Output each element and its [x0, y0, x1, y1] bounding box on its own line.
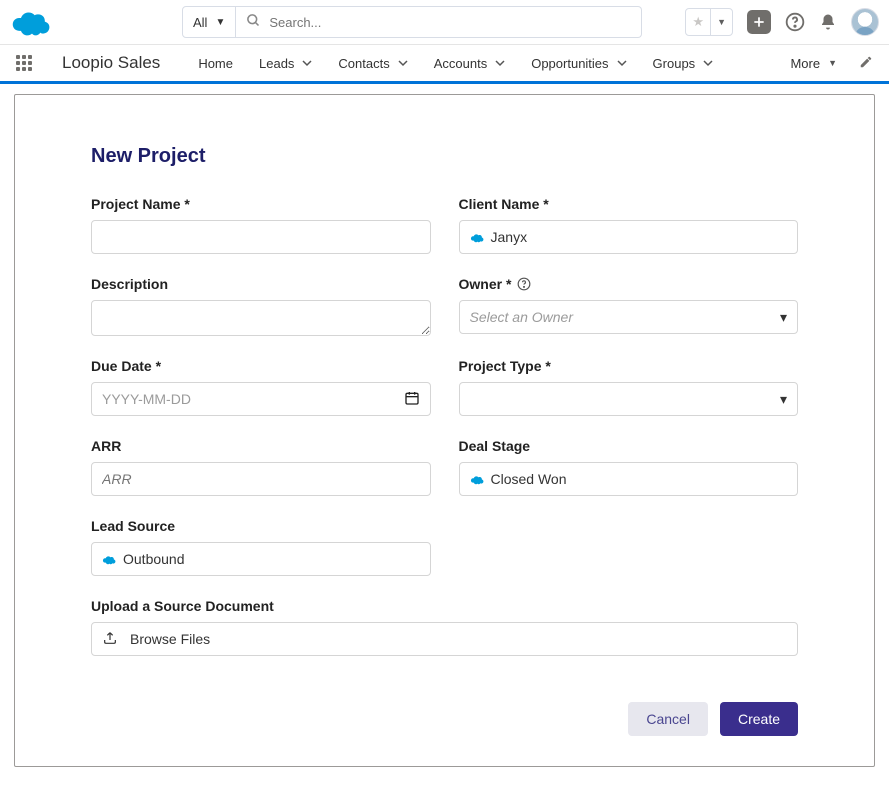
nav-items: Home Leads Contacts Accounts Opportuniti…	[198, 56, 713, 71]
help-circle-icon[interactable]	[517, 277, 531, 291]
caret-down-icon: ▾	[780, 391, 787, 408]
search-input[interactable]	[269, 15, 631, 30]
favorites-dropdown[interactable]: ★ ▼	[685, 8, 733, 36]
owner-placeholder: Select an Owner	[470, 309, 574, 325]
deal-stage-label: Deal Stage	[459, 438, 799, 454]
client-name-input[interactable]: Janyx	[459, 220, 799, 254]
nav-item-leads[interactable]: Leads	[259, 56, 312, 71]
salesforce-icon	[102, 554, 117, 565]
page-title: New Project	[91, 145, 798, 168]
chevron-down-icon	[398, 56, 408, 71]
global-create-button[interactable]	[747, 10, 771, 34]
cancel-button[interactable]: Cancel	[628, 702, 708, 736]
browse-files-label: Browse Files	[130, 631, 210, 647]
project-type-label: Project Type *	[459, 358, 799, 374]
nav-item-opportunities[interactable]: Opportunities	[531, 56, 626, 71]
nav-item-groups[interactable]: Groups	[653, 56, 714, 71]
help-icon[interactable]	[785, 12, 805, 32]
chevron-down-icon	[703, 56, 713, 71]
due-date-placeholder: YYYY-MM-DD	[102, 391, 191, 407]
chevron-down-icon	[302, 56, 312, 71]
chevron-down-icon	[617, 56, 627, 71]
search-scope-label: All	[193, 15, 207, 30]
notifications-icon[interactable]	[819, 13, 837, 31]
calendar-icon	[404, 390, 420, 409]
avatar[interactable]	[851, 8, 879, 36]
deal-stage-input[interactable]: Closed Won	[459, 462, 799, 496]
project-name-input[interactable]	[91, 220, 431, 254]
arr-field[interactable]	[102, 471, 420, 487]
app-launcher-icon[interactable]	[16, 55, 32, 71]
project-name-field[interactable]	[102, 229, 420, 245]
project-name-label: Project Name *	[91, 196, 431, 212]
new-project-card: New Project Project Name * Client Name *…	[14, 94, 875, 767]
caret-down-icon: ▼	[711, 17, 732, 27]
global-search[interactable]	[236, 6, 642, 38]
description-input[interactable]	[91, 300, 431, 336]
browse-files-button[interactable]: Browse Files	[91, 622, 798, 656]
caret-down-icon: ▼	[828, 58, 837, 68]
star-icon: ★	[686, 14, 710, 30]
arr-label: ARR	[91, 438, 431, 454]
edit-nav-icon[interactable]	[859, 55, 873, 72]
due-date-label: Due Date *	[91, 358, 431, 374]
caret-down-icon: ▼	[215, 17, 225, 28]
client-name-label: Client Name *	[459, 196, 799, 212]
chevron-down-icon	[495, 56, 505, 71]
nav-item-contacts[interactable]: Contacts	[338, 56, 407, 71]
lead-source-input[interactable]: Outbound	[91, 542, 431, 576]
nav-item-home[interactable]: Home	[198, 56, 233, 71]
owner-select[interactable]: Select an Owner ▾	[459, 300, 799, 334]
nav-item-accounts[interactable]: Accounts	[434, 56, 505, 71]
salesforce-logo	[10, 7, 54, 37]
search-scope-dropdown[interactable]: All ▼	[182, 6, 236, 38]
salesforce-icon	[470, 232, 485, 243]
salesforce-icon	[470, 474, 485, 485]
arr-input[interactable]	[91, 462, 431, 496]
owner-label: Owner *	[459, 276, 512, 292]
lead-source-value: Outbound	[123, 551, 185, 567]
search-icon	[246, 13, 261, 31]
description-label: Description	[91, 276, 431, 292]
deal-stage-value: Closed Won	[491, 471, 567, 487]
create-button[interactable]: Create	[720, 702, 798, 736]
project-type-select[interactable]: ▾	[459, 382, 799, 416]
caret-down-icon: ▾	[780, 309, 787, 326]
due-date-input[interactable]: YYYY-MM-DD	[91, 382, 431, 416]
client-name-value: Janyx	[491, 229, 528, 245]
nav-more-dropdown[interactable]: More ▼	[790, 56, 837, 71]
lead-source-label: Lead Source	[91, 518, 431, 534]
app-name: Loopio Sales	[62, 53, 160, 73]
upload-icon	[102, 630, 118, 649]
upload-label: Upload a Source Document	[91, 598, 798, 614]
